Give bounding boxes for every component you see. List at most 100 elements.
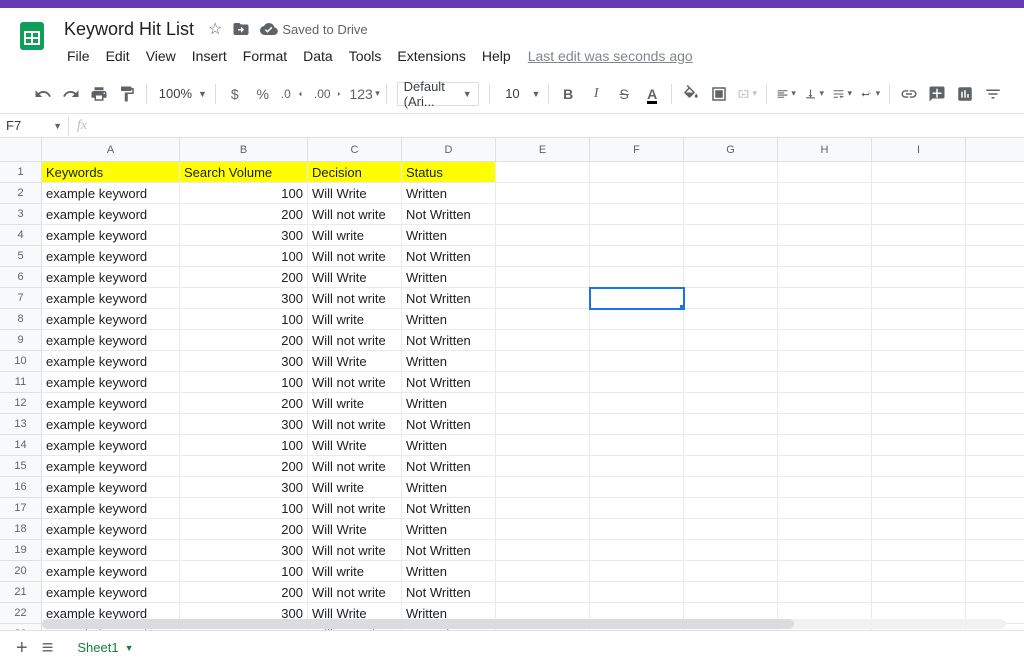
- cell[interactable]: [966, 498, 1024, 519]
- cell[interactable]: [590, 288, 684, 309]
- cell[interactable]: [778, 519, 872, 540]
- font-size-box[interactable]: 10 ▼: [497, 86, 540, 101]
- cell[interactable]: example keyword: [42, 561, 180, 582]
- select-all-corner[interactable]: [0, 138, 42, 162]
- cell[interactable]: [966, 288, 1024, 309]
- cell[interactable]: Written: [402, 561, 496, 582]
- cell[interactable]: 200: [180, 267, 308, 288]
- cell[interactable]: [872, 372, 966, 393]
- cell[interactable]: [778, 435, 872, 456]
- cell[interactable]: example keyword: [42, 477, 180, 498]
- cell[interactable]: [684, 477, 778, 498]
- cell[interactable]: [590, 204, 684, 225]
- zoom-select[interactable]: 100%▼: [153, 86, 209, 101]
- cell[interactable]: [684, 330, 778, 351]
- decrease-decimal-button[interactable]: .0: [278, 81, 309, 107]
- cell[interactable]: [778, 540, 872, 561]
- cell[interactable]: [590, 519, 684, 540]
- row-header[interactable]: 8: [0, 309, 42, 330]
- cell[interactable]: [590, 540, 684, 561]
- cell[interactable]: Will not write: [308, 498, 402, 519]
- cell[interactable]: Will not write: [308, 582, 402, 603]
- row-header[interactable]: 18: [0, 519, 42, 540]
- cell[interactable]: [966, 246, 1024, 267]
- menu-extensions[interactable]: Extensions: [390, 44, 472, 68]
- cell[interactable]: [966, 477, 1024, 498]
- cell[interactable]: [496, 477, 590, 498]
- cell[interactable]: 200: [180, 330, 308, 351]
- cell[interactable]: [778, 477, 872, 498]
- menu-view[interactable]: View: [139, 44, 183, 68]
- cell[interactable]: Not Written: [402, 204, 496, 225]
- cell[interactable]: Written: [402, 225, 496, 246]
- cell[interactable]: [496, 414, 590, 435]
- row-header[interactable]: 17: [0, 498, 42, 519]
- column-header[interactable]: C: [308, 138, 402, 162]
- cell[interactable]: [872, 309, 966, 330]
- cell[interactable]: 200: [180, 519, 308, 540]
- cell[interactable]: [872, 204, 966, 225]
- cell[interactable]: [590, 582, 684, 603]
- cell[interactable]: Search Volume: [180, 162, 308, 183]
- undo-icon[interactable]: [30, 81, 56, 107]
- cell[interactable]: 100: [180, 183, 308, 204]
- cell[interactable]: [590, 456, 684, 477]
- menu-tools[interactable]: Tools: [342, 44, 389, 68]
- cell[interactable]: [778, 330, 872, 351]
- horizontal-scrollbar[interactable]: [42, 618, 1006, 630]
- cell[interactable]: [872, 225, 966, 246]
- cell[interactable]: Will write: [308, 309, 402, 330]
- cloud-status[interactable]: Saved to Drive: [260, 20, 367, 38]
- cell[interactable]: example keyword: [42, 267, 180, 288]
- cell[interactable]: [966, 330, 1024, 351]
- horizontal-align-button[interactable]: ▾: [773, 81, 799, 107]
- row-header[interactable]: 7: [0, 288, 42, 309]
- cell[interactable]: example keyword: [42, 183, 180, 204]
- cell[interactable]: Will Write: [308, 519, 402, 540]
- cell[interactable]: Written: [402, 519, 496, 540]
- redo-icon[interactable]: [58, 81, 84, 107]
- cell[interactable]: 100: [180, 372, 308, 393]
- cell[interactable]: [778, 288, 872, 309]
- cell[interactable]: [872, 414, 966, 435]
- column-header[interactable]: A: [42, 138, 180, 162]
- menu-data[interactable]: Data: [296, 44, 340, 68]
- cell[interactable]: [966, 393, 1024, 414]
- cell[interactable]: [590, 309, 684, 330]
- cell[interactable]: Will write: [308, 477, 402, 498]
- insert-chart-button[interactable]: [952, 81, 978, 107]
- cell[interactable]: [684, 225, 778, 246]
- cell[interactable]: [684, 351, 778, 372]
- text-rotation-button[interactable]: ▾: [857, 81, 883, 107]
- cell[interactable]: [966, 162, 1024, 183]
- row-header[interactable]: 12: [0, 393, 42, 414]
- cell[interactable]: 200: [180, 456, 308, 477]
- cell[interactable]: [496, 162, 590, 183]
- cell[interactable]: [684, 162, 778, 183]
- cell[interactable]: Written: [402, 309, 496, 330]
- column-header[interactable]: F: [590, 138, 684, 162]
- column-header[interactable]: E: [496, 138, 590, 162]
- cell[interactable]: example keyword: [42, 456, 180, 477]
- cell[interactable]: [590, 435, 684, 456]
- row-header[interactable]: 10: [0, 351, 42, 372]
- cell[interactable]: [684, 561, 778, 582]
- cell[interactable]: Will not write: [308, 246, 402, 267]
- cell[interactable]: [496, 372, 590, 393]
- cell[interactable]: [684, 267, 778, 288]
- cell[interactable]: example keyword: [42, 204, 180, 225]
- column-header[interactable]: B: [180, 138, 308, 162]
- cell[interactable]: example keyword: [42, 540, 180, 561]
- cell[interactable]: 100: [180, 246, 308, 267]
- percent-button[interactable]: %: [250, 81, 276, 107]
- row-header[interactable]: 4: [0, 225, 42, 246]
- cell[interactable]: [872, 393, 966, 414]
- cell[interactable]: [684, 540, 778, 561]
- cell[interactable]: [496, 519, 590, 540]
- cell[interactable]: Not Written: [402, 540, 496, 561]
- cell[interactable]: [496, 267, 590, 288]
- cell[interactable]: example keyword: [42, 351, 180, 372]
- cell[interactable]: [590, 498, 684, 519]
- cell[interactable]: [496, 225, 590, 246]
- last-edit-link[interactable]: Last edit was seconds ago: [520, 48, 693, 64]
